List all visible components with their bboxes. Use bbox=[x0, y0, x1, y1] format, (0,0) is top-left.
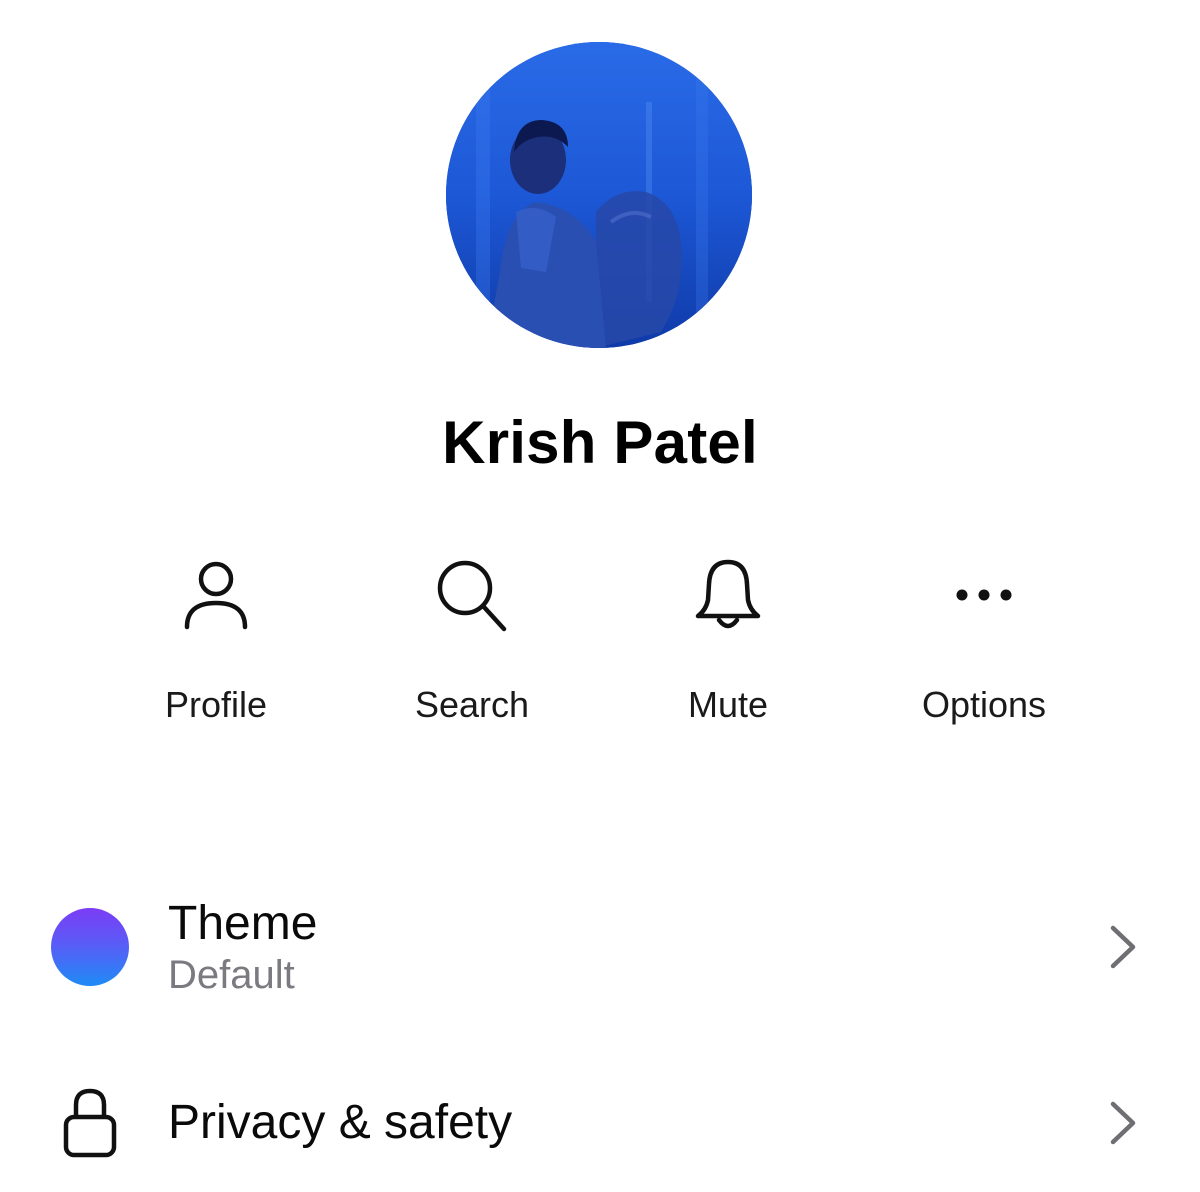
contact-name: Krish Patel bbox=[442, 409, 758, 476]
theme-title: Theme bbox=[168, 897, 318, 951]
chevron-right-icon bbox=[1106, 1099, 1140, 1147]
options-button[interactable]: Options bbox=[856, 550, 1112, 740]
avatar[interactable] bbox=[446, 42, 752, 348]
search-icon bbox=[432, 550, 512, 640]
chevron-right-icon bbox=[1106, 923, 1140, 971]
mute-label: Mute bbox=[687, 684, 769, 725]
more-icon bbox=[944, 550, 1024, 640]
search-label: Search bbox=[414, 684, 530, 725]
person-icon bbox=[176, 550, 256, 640]
privacy-safety-row[interactable]: Privacy & safety bbox=[0, 1068, 1200, 1178]
theme-row[interactable]: Theme Default bbox=[0, 880, 1200, 1014]
search-button[interactable]: Search bbox=[344, 550, 600, 740]
profile-photo bbox=[446, 42, 752, 348]
privacy-title: Privacy & safety bbox=[168, 1096, 513, 1150]
profile-label: Profile bbox=[164, 684, 268, 725]
bell-icon bbox=[688, 550, 768, 640]
profile-button[interactable]: Profile bbox=[88, 550, 344, 740]
theme-color-dot bbox=[51, 908, 129, 986]
mute-button[interactable]: Mute bbox=[600, 550, 856, 740]
action-bar: Profile Search Mute Options bbox=[88, 550, 1112, 740]
lock-icon bbox=[50, 1087, 130, 1159]
options-label: Options bbox=[921, 684, 1047, 725]
theme-value: Default bbox=[168, 952, 295, 997]
